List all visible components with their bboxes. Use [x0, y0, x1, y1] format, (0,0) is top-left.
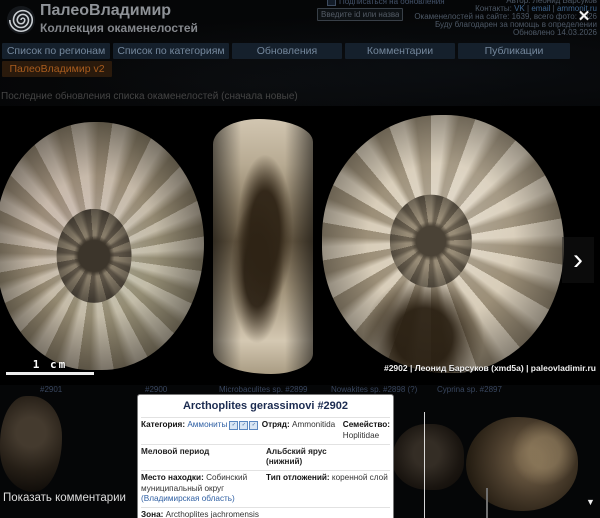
thumb-caption: #2900: [145, 385, 167, 394]
site-meta-block: Автор: Леонид Барсуков Контакты: VK | em…: [414, 0, 597, 37]
close-icon[interactable]: ✕: [574, 8, 594, 26]
thumb-caption: Cyprina sp. #2897: [437, 385, 502, 394]
site-title[interactable]: ПалеоВладимир: [40, 2, 171, 20]
fossil-thumbnail: [0, 396, 62, 492]
stage-field: Альбский ярус (нижний): [266, 447, 350, 468]
subscribe-checkbox[interactable]: [327, 0, 336, 6]
fossil-photo-side-view-right: [322, 115, 564, 373]
ammonite-inner-whorl: [390, 195, 472, 288]
fossil-thumbnail: [392, 424, 464, 490]
nav-list-by-regions[interactable]: Список по регионам: [2, 43, 110, 59]
scale-label: 1 cm: [6, 358, 94, 371]
card-row-period: Меловой период Альбский ярус (нижний): [141, 444, 390, 470]
thumb-caption: Nowakites sp. #2898 (?): [331, 385, 417, 394]
badge-icon[interactable]: ✓: [239, 421, 248, 430]
app-window: ПалеоВладимир Коллекция окаменелостей По…: [0, 0, 600, 518]
search-input[interactable]: [317, 8, 403, 21]
category-field: Категория: Аммониты✓✓✓: [141, 420, 262, 441]
card-row-location: Место находки: Собинский муниципальный о…: [141, 470, 390, 507]
lightbox-photo-area[interactable]: 1 cm #2902 | Леонид Барсуков (xmd5a) | p…: [0, 106, 600, 385]
card-row-taxonomy: Категория: Аммониты✓✓✓ Отряд: Ammonitida…: [141, 417, 390, 443]
order-field: Отряд: Ammonitida: [262, 420, 343, 441]
deposit-field: Тип отложений: коренной слой: [266, 473, 390, 505]
category-link[interactable]: Аммониты: [187, 420, 227, 429]
thumb-caption: #2901: [40, 385, 62, 394]
nav-updates[interactable]: Обновления: [232, 43, 342, 59]
period-field: Меловой период: [141, 447, 266, 468]
list-cell-divider: [424, 412, 425, 518]
photo-credit: #2902 | Леонид Барсуков (xmd5a) | paleov…: [384, 363, 596, 373]
thumb-caption: Microbaculites sp. #2899: [219, 385, 308, 394]
nav-publications[interactable]: Публикации: [458, 43, 570, 59]
fossil-title: Arcthoplites gerassimovi #2902: [141, 397, 390, 417]
scale-bar-line: [6, 372, 94, 375]
zone-field: Зона: Arcthoplites jachromensis: [141, 510, 259, 518]
fossil-thumbnail: [466, 417, 578, 511]
show-comments-link[interactable]: Показать комментарии: [3, 492, 126, 504]
next-photo-button[interactable]: ›: [562, 237, 594, 283]
list-cell-divider: [486, 488, 488, 518]
fossil-photo-edge-view: [213, 119, 313, 374]
fossil-info-card: Arcthoplites gerassimovi #2902 Категория…: [137, 394, 394, 518]
updated-line: Обновлено 14.03.2026: [414, 29, 597, 37]
site-logo-ammonite-icon[interactable]: [6, 5, 36, 35]
nav-comments[interactable]: Комментарии: [345, 43, 455, 59]
fossil-photo-side-view-left: [0, 122, 204, 370]
region-link[interactable]: (Владимирская область): [141, 494, 235, 503]
site-subtitle: Коллекция окаменелостей: [40, 21, 198, 35]
card-row-zone: Зона: Arcthoplites jachromensis: [141, 507, 390, 518]
category-badges: ✓✓✓: [229, 421, 258, 430]
ammonite-spiral-icon: [6, 5, 36, 35]
badge-icon[interactable]: ✓: [249, 421, 258, 430]
nav-paleovladimir-v2[interactable]: ПалеоВладимир v2: [2, 61, 112, 77]
scroll-down-icon: ▼: [586, 497, 595, 507]
page-heading: Последние обновления списка окаменелосте…: [1, 91, 298, 102]
family-field: Семейство: Hoplitidae: [343, 420, 390, 441]
find-place-field: Место находки: Собинский муниципальный о…: [141, 473, 266, 505]
nav-list-by-categories[interactable]: Список по категориям: [113, 43, 229, 59]
badge-icon[interactable]: ✓: [229, 421, 238, 430]
scale-bar: 1 cm: [6, 358, 94, 375]
ammonite-inner-whorl: [56, 209, 131, 303]
